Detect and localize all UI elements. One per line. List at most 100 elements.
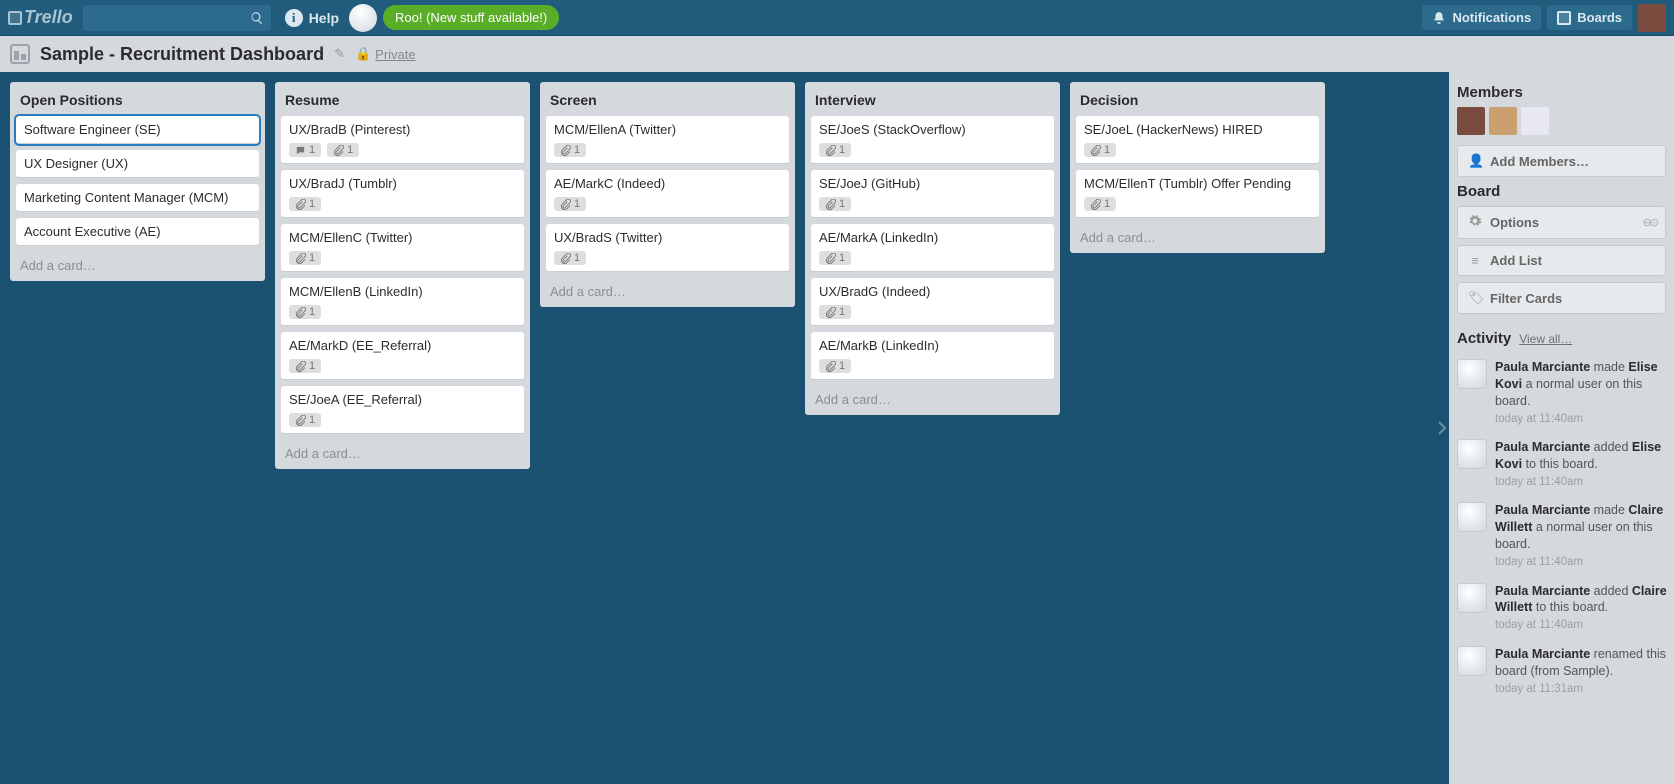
comments-badge: 1	[289, 143, 321, 157]
visibility-toggle[interactable]: 🔒 Private	[355, 46, 416, 62]
card[interactable]: SE/JoeA (EE_Referral)1	[281, 386, 524, 434]
user-avatar[interactable]	[1638, 4, 1666, 32]
list-title[interactable]: Screen	[546, 88, 789, 116]
card[interactable]: UX/BradB (Pinterest) 11	[281, 116, 524, 164]
add-card-link[interactable]: Add a card…	[811, 386, 1054, 409]
activity-time: today at 11:31am	[1495, 682, 1668, 698]
card[interactable]: Marketing Content Manager (MCM)	[16, 184, 259, 212]
whats-new-pill[interactable]: Roo! (New stuff available!)	[383, 5, 559, 30]
activity-text: Paula Marciante made Elise Kovi a normal…	[1495, 359, 1668, 427]
card-title: UX Designer (UX)	[24, 156, 251, 171]
list-title[interactable]: Interview	[811, 88, 1054, 116]
card-title: UX/BradG (Indeed)	[819, 284, 1046, 299]
card-title: Marketing Content Manager (MCM)	[24, 190, 251, 205]
activity-time: today at 11:40am	[1495, 618, 1668, 634]
card[interactable]: Account Executive (AE)	[16, 218, 259, 246]
add-card-link[interactable]: Add a card…	[281, 440, 524, 463]
board-icon	[10, 44, 30, 64]
list-title[interactable]: Decision	[1076, 88, 1319, 116]
card[interactable]: AE/MarkB (LinkedIn)1	[811, 332, 1054, 380]
activity-avatar	[1457, 583, 1487, 613]
card-badges: 1	[289, 197, 516, 211]
search-input[interactable]	[83, 5, 243, 31]
attachments-badge: 1	[1084, 143, 1116, 157]
card[interactable]: SE/JoeL (HackerNews) HIRED1	[1076, 116, 1319, 164]
attachments-badge: 1	[289, 413, 321, 427]
card[interactable]: Software Engineer (SE)	[16, 116, 259, 144]
board-title[interactable]: Sample - Recruitment Dashboard	[40, 44, 324, 65]
activity-avatar	[1457, 439, 1487, 469]
search-button[interactable]	[243, 5, 271, 31]
list-title[interactable]: Open Positions	[16, 88, 259, 116]
activity-item: Paula Marciante added Claire Willett to …	[1457, 583, 1668, 634]
boards-button[interactable]: Boards	[1547, 5, 1632, 30]
member-avatar[interactable]	[1489, 107, 1517, 135]
boards-label: Boards	[1577, 10, 1622, 25]
card[interactable]: AE/MarkD (EE_Referral)1	[281, 332, 524, 380]
list: DecisionSE/JoeL (HackerNews) HIRED1 MCM/E…	[1070, 82, 1325, 253]
add-list-button[interactable]: ≡ Add List	[1457, 245, 1666, 276]
activity-time: today at 11:40am	[1495, 412, 1668, 428]
gear-icon	[1468, 214, 1482, 231]
logo-icon	[8, 11, 22, 25]
options-label: Options	[1490, 215, 1539, 230]
card-title: SE/JoeS (StackOverflow)	[819, 122, 1046, 137]
board-canvas[interactable]: Open PositionsSoftware Engineer (SE) UX D…	[0, 72, 1435, 784]
card-title: AE/MarkA (LinkedIn)	[819, 230, 1046, 245]
activity-item: Paula Marciante renamed this board (from…	[1457, 646, 1668, 697]
attachments-badge: 1	[1084, 197, 1116, 211]
card-badges: 1	[289, 413, 516, 427]
help-link[interactable]: i Help	[285, 9, 339, 27]
card[interactable]: UX/BradG (Indeed)1	[811, 278, 1054, 326]
card[interactable]: MCM/EllenC (Twitter)1	[281, 224, 524, 272]
card[interactable]: UX Designer (UX)	[16, 150, 259, 178]
card-badges: 1	[289, 305, 516, 319]
card[interactable]: AE/MarkA (LinkedIn)1	[811, 224, 1054, 272]
member-avatar[interactable]	[1521, 107, 1549, 135]
filter-cards-button[interactable]: 🏷 Filter Cards	[1457, 282, 1666, 314]
brand-logo[interactable]: Trello	[8, 7, 73, 28]
card-badges: 1	[1084, 197, 1311, 211]
card[interactable]: AE/MarkC (Indeed)1	[546, 170, 789, 218]
members-heading: Members	[1457, 84, 1674, 101]
card-title: UX/BradB (Pinterest)	[289, 122, 516, 137]
attachments-badge: 1	[289, 305, 321, 319]
list-title[interactable]: Resume	[281, 88, 524, 116]
card[interactable]: MCM/EllenB (LinkedIn)1	[281, 278, 524, 326]
edit-title-icon[interactable]: ✎	[334, 46, 345, 62]
mascot-icon	[349, 4, 377, 32]
activity-view-all-link[interactable]: View all…	[1519, 332, 1572, 346]
card-title: UX/BradS (Twitter)	[554, 230, 781, 245]
add-card-link[interactable]: Add a card…	[546, 278, 789, 301]
card-title: AE/MarkD (EE_Referral)	[289, 338, 516, 353]
member-avatar[interactable]	[1457, 107, 1485, 135]
notifications-button[interactable]: Notifications	[1422, 5, 1541, 30]
activity-item: Paula Marciante made Claire Willett a no…	[1457, 502, 1668, 570]
card[interactable]: MCM/EllenA (Twitter) 1	[546, 116, 789, 164]
activity-text: Paula Marciante renamed this board (from…	[1495, 646, 1668, 697]
list: InterviewSE/JoeS (StackOverflow)1 SE/JoeJ…	[805, 82, 1060, 415]
add-card-link[interactable]: Add a card…	[16, 252, 259, 275]
bell-icon	[1432, 11, 1446, 25]
sidebar: Members 👤 Add Members… Board Options ⊖⊙ …	[1449, 72, 1674, 784]
card[interactable]: UX/BradS (Twitter) 1	[546, 224, 789, 272]
card[interactable]: UX/BradJ (Tumblr)1	[281, 170, 524, 218]
activity-heading: Activity	[1457, 330, 1511, 347]
attachments-badge: 1	[289, 251, 321, 265]
add-card-link[interactable]: Add a card…	[1076, 224, 1319, 247]
filter-cards-label: Filter Cards	[1490, 291, 1562, 306]
card[interactable]: SE/JoeJ (GitHub)1	[811, 170, 1054, 218]
board-header: Sample - Recruitment Dashboard ✎ 🔒 Priva…	[0, 36, 1674, 72]
card[interactable]: MCM/EllenT (Tumblr) Offer Pending1	[1076, 170, 1319, 218]
card[interactable]: SE/JoeS (StackOverflow)1	[811, 116, 1054, 164]
card-title: MCM/EllenA (Twitter)	[554, 122, 781, 137]
card-badges: 1	[554, 143, 781, 157]
sidebar-toggle[interactable]	[1435, 72, 1449, 784]
tag-icon: 🏷	[1468, 290, 1482, 306]
add-members-button[interactable]: 👤 Add Members…	[1457, 145, 1666, 177]
attachments-badge: 1	[327, 143, 359, 157]
options-button[interactable]: Options ⊖⊙	[1457, 206, 1666, 239]
notifications-label: Notifications	[1452, 10, 1531, 25]
attachments-badge: 1	[554, 251, 586, 265]
activity-time: today at 11:40am	[1495, 555, 1668, 571]
